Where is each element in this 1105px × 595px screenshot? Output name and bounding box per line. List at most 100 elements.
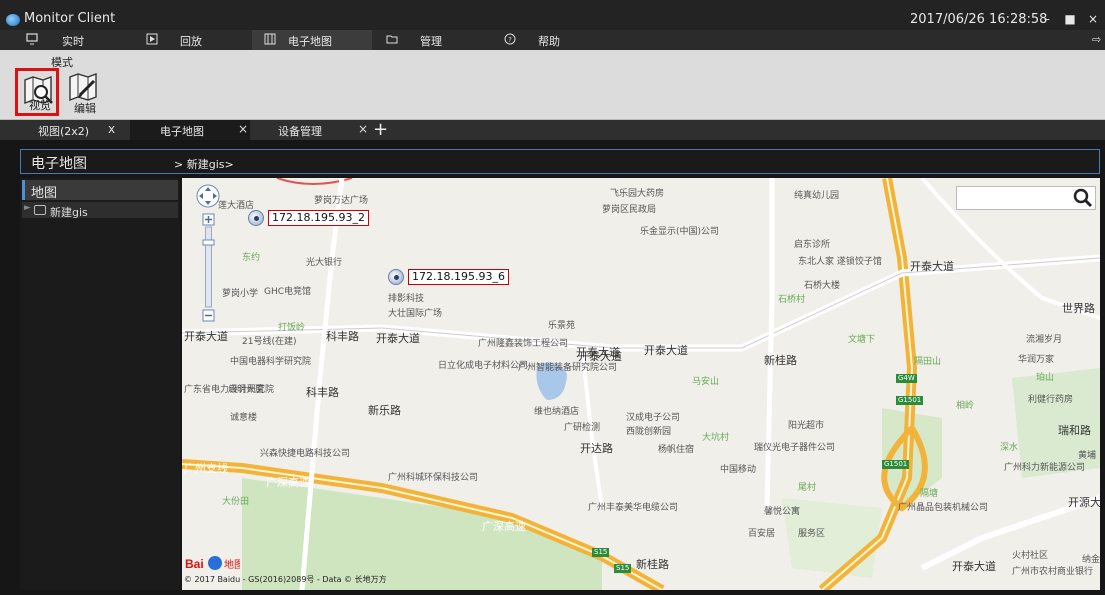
highway-badge: S15 (614, 564, 632, 573)
map-label: 东北人家 遂锁饺子馆 (798, 257, 882, 267)
map-tree-item[interactable]: ► 新建gis (22, 202, 178, 219)
road-label: 科丰路 (306, 386, 339, 399)
map-tree-item-label: 新建gis (50, 206, 88, 219)
map-label: 广东省电力设计研究院 (184, 385, 275, 395)
road-label: 广深高速 (266, 476, 310, 489)
highway-badge: S15 (592, 548, 610, 557)
map-label: 广州科力新能源公司 (1004, 463, 1086, 473)
map-label: 光大银行 (306, 258, 343, 268)
map-label: 广州市农村商业银行 (1012, 567, 1094, 577)
tab-manage[interactable]: 管理 (374, 30, 490, 50)
map-label: 西陇创新园 (626, 427, 672, 437)
map-label: 阳光超市 (788, 421, 825, 431)
map-label: 广州晶品包装机械公司 (898, 503, 989, 513)
map-search (956, 186, 1096, 210)
map-label: 石桥大楼 (804, 281, 841, 291)
map-label: 维也纳酒店 (534, 407, 580, 417)
map-search-input[interactable] (957, 187, 1071, 209)
map-label: 乐景苑 (548, 321, 576, 331)
view-mode-label: 视览 (29, 99, 51, 112)
doctab-emap-label: 电子地图 (160, 125, 204, 138)
map-label: 兴森快捷电路科技公司 (260, 449, 351, 459)
doctab-device-mgmt-close-icon[interactable]: × (358, 122, 368, 136)
monitor-icon (26, 33, 38, 45)
play-icon (146, 33, 158, 45)
tab-emap[interactable]: 电子地图 (252, 30, 372, 50)
tab-realtime-label: 实时 (62, 35, 84, 48)
mode-toolbar: 模式 视览 编辑 (0, 50, 1105, 120)
map-label: GHC电竞馆 (264, 287, 312, 297)
road-label: 科丰路 (326, 330, 359, 343)
map-label: 广州科城环保科技公司 (388, 473, 479, 483)
tab-manage-label: 管理 (420, 35, 442, 48)
window-title: Monitor Client (24, 11, 116, 26)
tab-help[interactable]: ? 帮助 (492, 30, 608, 50)
map-label: 流湘岁月 (1026, 335, 1063, 345)
tab-emap-label: 电子地图 (288, 35, 332, 48)
svg-text:?: ? (508, 36, 512, 44)
maximize-button[interactable]: ■ (1061, 11, 1079, 27)
map-folder-icon (34, 205, 46, 215)
highway-badge: G4W (896, 374, 917, 383)
doctab-view-2x2[interactable]: 视图(2x2) x (0, 120, 128, 140)
map-edit-icon (69, 73, 97, 102)
map-label: 黄埔 (1078, 451, 1097, 461)
map-label: 杨帆住宿 (658, 445, 695, 455)
doctab-emap[interactable]: 电子地图 × (130, 120, 250, 140)
map-tree-heading-label: 地图 (31, 186, 58, 201)
logout-icon[interactable]: ⇨ (1092, 33, 1101, 46)
tab-realtime[interactable]: 实时 (0, 30, 132, 50)
map-label: 相岭 (956, 401, 975, 411)
map-label: 纳金 (1082, 555, 1100, 565)
edit-mode-label: 编辑 (74, 102, 96, 115)
map-label: 百安居 (748, 529, 776, 539)
tab-playback-label: 回放 (180, 35, 202, 48)
doctab-emap-close-icon[interactable]: × (238, 122, 248, 136)
map-label: 中国移动 (720, 465, 757, 475)
map-label: 飞乐园大药房 (610, 189, 665, 199)
expand-arrow-icon[interactable]: ► (24, 203, 31, 213)
map-label: 排影科技 (388, 294, 425, 304)
map-label: 中国电器科学研究院 (230, 357, 312, 367)
search-icon[interactable] (1071, 187, 1095, 209)
minimize-button[interactable]: – (1038, 11, 1056, 27)
map-label: 21号线(在建) (242, 337, 297, 347)
road-label: 开泰大道 (184, 330, 228, 343)
road-label: 开泰大道 (644, 344, 688, 357)
map-label: 尾村 (798, 483, 817, 493)
page-title: 电子地图 (31, 156, 87, 172)
close-button[interactable]: × (1084, 11, 1102, 27)
help-icon: ? (504, 33, 516, 45)
doctab-device-mgmt[interactable]: 设备管理 × (252, 120, 370, 140)
map-label: 广州智能装备研究院公司 (518, 363, 618, 373)
add-tab-button[interactable]: + (373, 119, 388, 140)
doctab-view-2x2-close-icon[interactable]: x (108, 122, 115, 136)
map-label: 馨悦公寓 (764, 507, 801, 517)
camera-label: 172.18.195.93_2 (268, 210, 369, 226)
map-label: 大份田 (222, 497, 250, 507)
map-label: 服务区 (798, 529, 826, 539)
map-icon (264, 33, 276, 45)
road-label: 开源大 (1068, 496, 1100, 509)
map-copyright: © 2017 Baidu - GS(2016)2089号 - Data © 长地… (184, 575, 387, 584)
map-label: 利健行药房 (1028, 395, 1074, 405)
map-canvas[interactable]: 172.18.195.93_2 172.18.195.93_6 萝岗万达广场 莲… (182, 178, 1100, 590)
main-nav: 实时 回放 电子地图 管理 ? 帮助 ⇨ (0, 30, 1105, 50)
camera-icon (388, 269, 404, 285)
tab-playback[interactable]: 回放 (134, 30, 250, 50)
document-tabs: 视图(2x2) x 电子地图 × 设备管理 × (0, 120, 1105, 140)
tab-help-label: 帮助 (538, 35, 560, 48)
map-tree-heading: 地图 (22, 180, 178, 201)
highway-badge: G1501 (882, 460, 910, 469)
map-label: 广州隆鑫装饰工程公司 (478, 339, 569, 349)
road-label: 开泰大道 (376, 332, 420, 345)
view-mode-button[interactable]: 视览 (15, 68, 59, 116)
map-label: 纯真幼儿园 (794, 191, 840, 201)
map-label: 东约 (242, 253, 261, 263)
camera-icon (248, 210, 264, 226)
road-label: 开泰大道 (576, 346, 620, 359)
map-label: 马安山 (692, 377, 720, 387)
map-tree-sidebar: 地图 ► 新建gis (20, 178, 180, 590)
map-label: 深水 (1000, 443, 1019, 453)
edit-mode-button[interactable]: 编辑 (63, 68, 107, 116)
